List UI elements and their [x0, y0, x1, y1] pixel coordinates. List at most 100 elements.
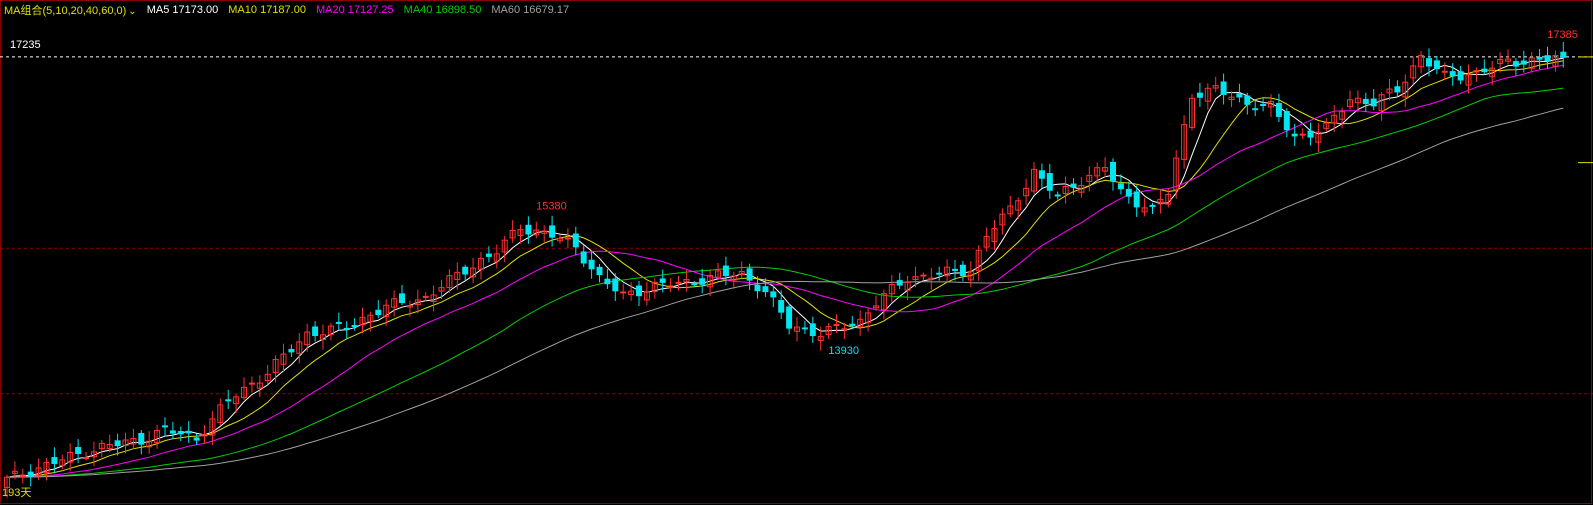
candle-body: [549, 225, 556, 238]
chart-frame: [0, 0, 1592, 504]
legend-ma10: MA10 17187.00: [228, 4, 306, 16]
candle-body: [572, 233, 579, 248]
candle-body: [841, 328, 848, 331]
candle-body: [462, 266, 469, 275]
candle-body: [896, 280, 903, 286]
candle-body: [588, 259, 595, 270]
candle-body: [351, 325, 358, 328]
ma5-line: [6, 57, 1564, 478]
candle-body: [1457, 71, 1464, 81]
candle-body: [604, 278, 611, 285]
candle-body: [1283, 111, 1290, 131]
candle-body: [1260, 104, 1267, 107]
candle-body: [1394, 86, 1401, 93]
ma-combo-selector[interactable]: MA组合(5,10,20,40,60,0) ⌄: [4, 2, 137, 18]
candle-body: [1196, 92, 1203, 98]
ma10-line: [6, 60, 1564, 478]
candle-body: [1110, 161, 1116, 181]
ma-legend: MA组合(5,10,20,40,60,0) ⌄ MA5 17173.00 MA10…: [4, 2, 569, 18]
annotation-high: 15380: [536, 201, 567, 213]
candle-body: [1133, 191, 1140, 208]
candle-body: [1441, 70, 1448, 73]
candle-body: [722, 265, 729, 277]
candle-body: [675, 281, 682, 284]
candle-body: [1125, 188, 1132, 197]
candle-body: [312, 326, 319, 337]
candle-body: [1046, 173, 1053, 191]
candle-body: [83, 457, 89, 460]
candle-body: [1481, 68, 1488, 73]
annotation-low: 13930: [828, 345, 859, 357]
candle-body: [75, 447, 82, 454]
candle-body: [138, 432, 145, 445]
candle-body: [399, 293, 405, 304]
candle-body: [612, 278, 619, 292]
ma20-line: [6, 64, 1564, 478]
candle-body: [1220, 81, 1227, 95]
candle-body: [952, 268, 958, 271]
candle-body: [833, 324, 840, 327]
candle-body: [27, 471, 34, 477]
days-count-label: 193天: [2, 487, 32, 499]
candle-body: [1117, 183, 1124, 190]
legend-ma60: MA60 16679.17: [491, 4, 569, 16]
legend-ma40: MA40 16898.50: [404, 4, 482, 16]
ma60-line: [6, 107, 1564, 478]
candle-body: [1054, 194, 1061, 197]
candle-body: [343, 327, 350, 330]
candle-body: [177, 430, 184, 435]
annotation-high: 17385: [1547, 29, 1578, 41]
candle-body: [659, 278, 666, 283]
legend-ma60-label: MA60: [491, 4, 521, 16]
candle-body: [1449, 71, 1456, 77]
candle-body: [762, 286, 769, 293]
legend-ma20-label: MA20: [315, 4, 345, 16]
candle-body: [596, 266, 603, 276]
candle-body: [225, 399, 232, 402]
candle-body: [1362, 98, 1369, 105]
legend-ma10-label: MA10: [228, 4, 258, 16]
legend-ma40-label: MA40: [403, 4, 433, 16]
candle-body: [801, 327, 808, 330]
candle-body: [620, 291, 627, 294]
candle-body: [162, 425, 168, 428]
candle-body: [1038, 170, 1045, 179]
candle-body: [288, 348, 295, 353]
candle-body: [1149, 204, 1156, 207]
legend-ma5: MA5 17173.00: [147, 4, 219, 16]
candle-body: [849, 323, 856, 327]
candle-body: [770, 291, 777, 298]
candle-body: [754, 284, 761, 292]
candle-body: [248, 382, 255, 385]
candle-body: [1433, 60, 1440, 70]
candle-body: [1520, 60, 1527, 65]
legend-ma60-value: 16679.17: [523, 4, 570, 16]
candle-body: [1244, 95, 1251, 105]
candle-body: [746, 268, 753, 281]
candle-body: [1070, 183, 1077, 188]
candle-body: [335, 321, 342, 324]
candle-body: [1536, 56, 1543, 60]
candle-body: [525, 224, 532, 235]
legend-ma20: MA20 17127.25: [316, 4, 394, 16]
candle-body: [1426, 58, 1432, 67]
chevron-down-icon: ⌄: [128, 6, 137, 17]
candle-body: [1370, 98, 1377, 107]
candle-body: [185, 430, 192, 434]
kline-chart[interactable]: 15380 13930 17385: [0, 0, 1593, 505]
candle-body: [1544, 55, 1551, 62]
candle-body: [1275, 102, 1282, 117]
candle-body: [809, 323, 816, 337]
legend-ma20-value: 17127.25: [347, 4, 394, 16]
candle-body: [485, 253, 492, 257]
candle-body: [636, 285, 642, 297]
candle-body: [1291, 133, 1298, 137]
candle-body: [422, 295, 429, 298]
candle-body: [51, 457, 58, 465]
candle-body: [1512, 61, 1519, 67]
candle-body: [699, 278, 706, 285]
candle-body: [1252, 108, 1259, 111]
candle-body: [691, 283, 698, 286]
candle-body: [169, 430, 176, 434]
candle-body: [778, 300, 785, 313]
